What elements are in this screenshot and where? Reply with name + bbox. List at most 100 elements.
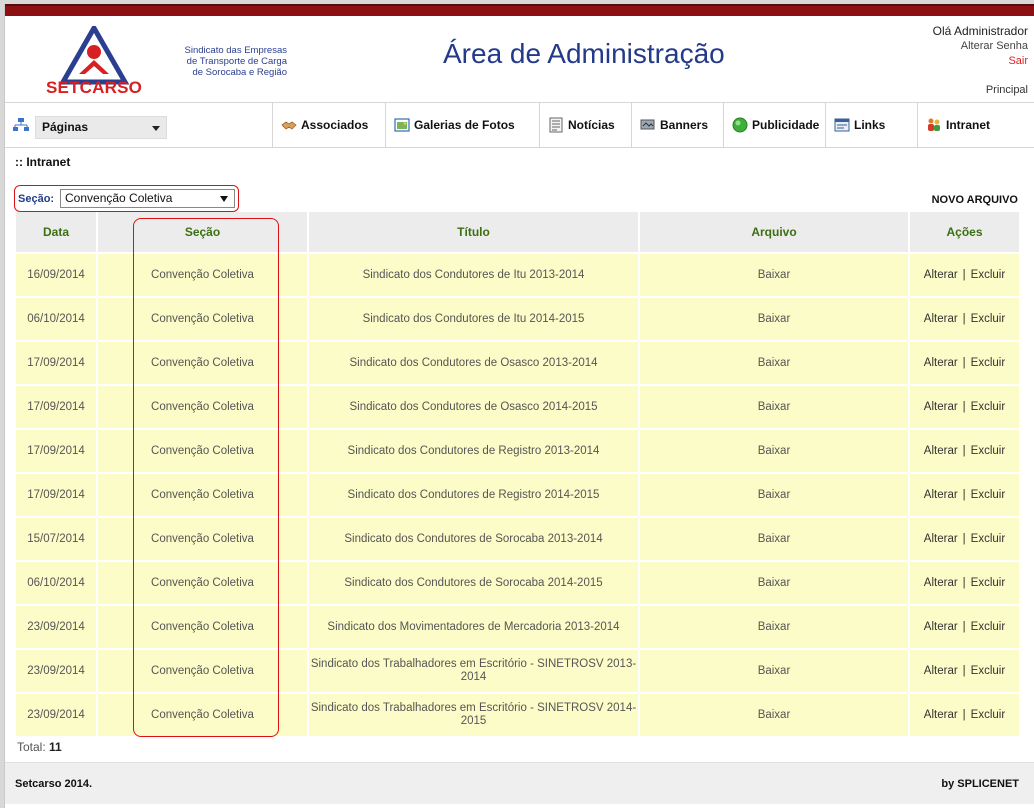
- edit-link[interactable]: Alterar: [924, 269, 958, 281]
- nav-item-label: Associados: [301, 118, 369, 132]
- banner-icon: [640, 119, 655, 130]
- breadcrumb: :: Intranet: [15, 155, 71, 169]
- edit-link[interactable]: Alterar: [924, 709, 958, 721]
- row-actions: Alterar | Excluir: [910, 560, 1019, 604]
- action-separator: |: [962, 532, 966, 545]
- row-actions: Alterar | Excluir: [910, 428, 1019, 472]
- action-separator: |: [962, 268, 966, 281]
- edit-link[interactable]: Alterar: [924, 489, 958, 501]
- row-actions: Alterar | Excluir: [910, 384, 1019, 428]
- chevron-down-icon: [220, 196, 228, 202]
- row-date: 17/09/2014: [16, 384, 98, 428]
- logout-link[interactable]: Sair: [933, 54, 1028, 69]
- download-link[interactable]: Baixar: [640, 516, 910, 560]
- action-separator: |: [962, 708, 966, 721]
- table-row: 15/07/2014 Convenção Coletiva Sindicato do…: [16, 516, 1019, 560]
- new-file-button[interactable]: NOVO ARQUIVO: [932, 194, 1018, 206]
- nav-item-galerias-de-fotos[interactable]: Galerias de Fotos: [385, 103, 539, 147]
- row-actions: Alterar | Excluir: [910, 604, 1019, 648]
- download-link[interactable]: Baixar: [640, 648, 910, 692]
- download-link[interactable]: Baixar: [640, 604, 910, 648]
- edit-link[interactable]: Alterar: [924, 621, 958, 633]
- handshake-icon: [281, 121, 297, 130]
- edit-link[interactable]: Alterar: [924, 533, 958, 545]
- pages-dropdown[interactable]: Páginas: [35, 116, 167, 139]
- setcarso-logo[interactable]: Sindicato das Empresas de Transporte de …: [41, 22, 287, 98]
- table-row: 17/09/2014 Convenção Coletiva Sindicato do…: [16, 384, 1019, 428]
- principal-link[interactable]: Principal: [986, 84, 1028, 96]
- delete-link[interactable]: Excluir: [971, 313, 1006, 325]
- column-header-acoes[interactable]: Ações: [910, 212, 1019, 252]
- row-title: Sindicato dos Condutores de Itu 2014-201…: [309, 296, 640, 340]
- delete-link[interactable]: Excluir: [971, 709, 1006, 721]
- row-date: 06/10/2014: [16, 296, 98, 340]
- row-actions: Alterar | Excluir: [910, 296, 1019, 340]
- delete-link[interactable]: Excluir: [971, 665, 1006, 677]
- edit-link[interactable]: Alterar: [924, 445, 958, 457]
- row-date: 06/10/2014: [16, 560, 98, 604]
- delete-link[interactable]: Excluir: [971, 269, 1006, 281]
- section-select[interactable]: Convenção Coletiva: [60, 189, 235, 208]
- main-nav: Páginas Associados Galerias de Fotos Not…: [5, 102, 1034, 148]
- download-link[interactable]: Baixar: [640, 296, 910, 340]
- edit-link[interactable]: Alterar: [924, 401, 958, 413]
- delete-link[interactable]: Excluir: [971, 621, 1006, 633]
- action-separator: |: [962, 444, 966, 457]
- user-box: Olá Administrador Alterar Senha Sair: [933, 24, 1028, 69]
- nav-item-label: Publicidade: [752, 118, 820, 132]
- logo-brand: SETCARSO: [46, 78, 143, 97]
- download-link[interactable]: Baixar: [640, 428, 910, 472]
- action-separator: |: [962, 488, 966, 501]
- delete-link[interactable]: Excluir: [971, 489, 1006, 501]
- logo-caption-line: Sindicato das Empresas: [184, 45, 287, 56]
- row-actions: Alterar | Excluir: [910, 648, 1019, 692]
- delete-link[interactable]: Excluir: [971, 533, 1006, 545]
- row-date: 17/09/2014: [16, 472, 98, 516]
- column-header-secao[interactable]: Seção: [98, 212, 309, 252]
- footer-credit[interactable]: by SPLICENET: [941, 778, 1019, 790]
- download-link[interactable]: Baixar: [640, 384, 910, 428]
- logo-caption-line: de Sorocaba e Região: [192, 67, 287, 78]
- edit-link[interactable]: Alterar: [924, 357, 958, 369]
- nav-item-associados[interactable]: Associados: [272, 103, 385, 147]
- edit-link[interactable]: Alterar: [924, 665, 958, 677]
- table-row: 06/10/2014 Convenção Coletiva Sindicato do…: [16, 560, 1019, 604]
- table-row: 17/09/2014 Convenção Coletiva Sindicato do…: [16, 428, 1019, 472]
- change-password-link[interactable]: Alterar Senha: [933, 39, 1028, 54]
- column-header-arquivo[interactable]: Arquivo: [640, 212, 910, 252]
- row-title: Sindicato dos Condutores de Registro 201…: [309, 428, 640, 472]
- nav-item-noticias[interactable]: Notícias: [539, 103, 631, 147]
- row-title: Sindicato dos Condutores de Registro 201…: [309, 472, 640, 516]
- delete-link[interactable]: Excluir: [971, 357, 1006, 369]
- delete-link[interactable]: Excluir: [971, 577, 1006, 589]
- files-table: Data Seção Título Arquivo Ações 16/09/20…: [16, 212, 1019, 736]
- sitemap-icon: [13, 118, 29, 131]
- download-link[interactable]: Baixar: [640, 252, 910, 296]
- download-link[interactable]: Baixar: [640, 472, 910, 516]
- column-header-titulo[interactable]: Título: [309, 212, 640, 252]
- row-section: Convenção Coletiva: [98, 384, 309, 428]
- nav-item-intranet[interactable]: Intranet: [917, 103, 1031, 147]
- row-section: Convenção Coletiva: [98, 340, 309, 384]
- table-header-row: Data Seção Título Arquivo Ações: [16, 212, 1019, 252]
- column-header-data[interactable]: Data: [16, 212, 98, 252]
- row-section: Convenção Coletiva: [98, 296, 309, 340]
- download-link[interactable]: Baixar: [640, 340, 910, 384]
- delete-link[interactable]: Excluir: [971, 445, 1006, 457]
- edit-link[interactable]: Alterar: [924, 313, 958, 325]
- nav-item-links[interactable]: Links: [825, 103, 917, 147]
- table-row: 17/09/2014 Convenção Coletiva Sindicato do…: [16, 472, 1019, 516]
- row-section: Convenção Coletiva: [98, 252, 309, 296]
- download-link[interactable]: Baixar: [640, 692, 910, 736]
- row-date: 23/09/2014: [16, 692, 98, 736]
- download-link[interactable]: Baixar: [640, 560, 910, 604]
- nav-item-publicidade[interactable]: Publicidade: [723, 103, 825, 147]
- row-date: 17/09/2014: [16, 428, 98, 472]
- delete-link[interactable]: Excluir: [971, 401, 1006, 413]
- total-value: 11: [49, 740, 62, 754]
- logo-caption-line: de Transporte de Carga: [186, 56, 287, 67]
- nav-item-banners[interactable]: Banners: [631, 103, 723, 147]
- row-date: 23/09/2014: [16, 648, 98, 692]
- table-row: 23/09/2014 Convenção Coletiva Sindicato do…: [16, 604, 1019, 648]
- edit-link[interactable]: Alterar: [924, 577, 958, 589]
